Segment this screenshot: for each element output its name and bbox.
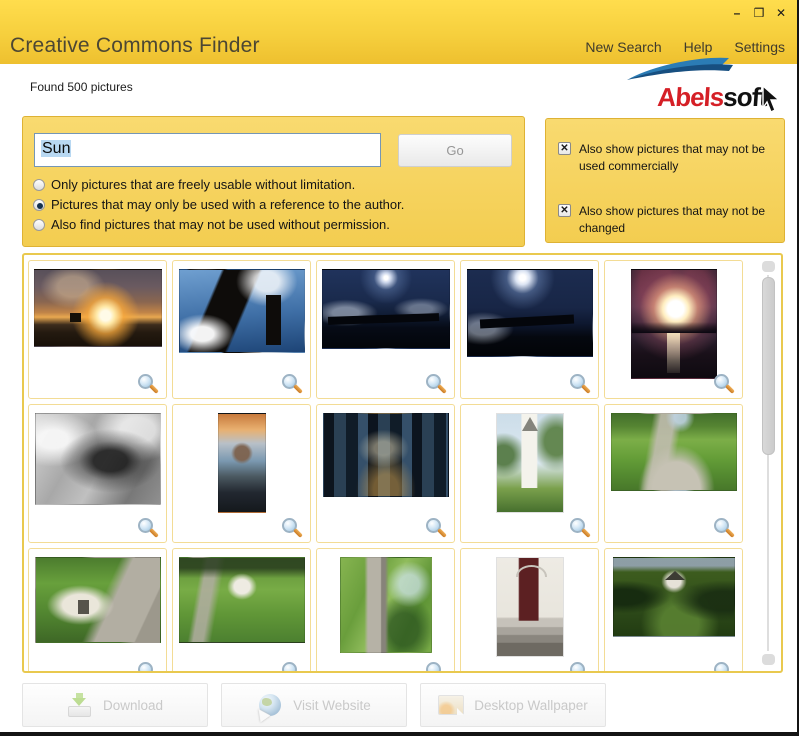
thumbnail-city-street-dusk xyxy=(323,413,449,497)
menu-help[interactable]: Help xyxy=(684,39,713,55)
minimize-icon[interactable]: – xyxy=(731,6,743,20)
picture-cell[interactable] xyxy=(460,404,599,543)
desktop-wallpaper-label: Desktop Wallpaper xyxy=(474,698,588,713)
checkbox-label: Also show pictures that may not be chang… xyxy=(579,203,776,237)
picture-cell[interactable] xyxy=(316,548,455,673)
header-menu: New Search Help Settings xyxy=(585,39,785,55)
radio-icon[interactable] xyxy=(33,219,45,231)
thumbnail-hillside-pavilion xyxy=(179,557,305,643)
picture-cell[interactable] xyxy=(28,548,167,673)
window-controls: – ❒ ✕ xyxy=(731,6,787,20)
go-button[interactable]: Go xyxy=(398,134,512,167)
magnifier-icon[interactable] xyxy=(426,518,441,533)
picture-cell[interactable] xyxy=(172,260,311,399)
magnifier-icon[interactable] xyxy=(138,374,153,389)
magnifier-icon[interactable] xyxy=(570,662,585,673)
scrollbar[interactable] xyxy=(762,261,775,665)
abelssoft-logo: Abelssoft xyxy=(607,56,779,116)
picture-cell[interactable] xyxy=(28,404,167,543)
magnifier-icon[interactable] xyxy=(570,518,585,533)
checkbox-checked-icon[interactable]: ✕ xyxy=(558,142,571,155)
thumbnail-park-path-fork xyxy=(611,413,737,491)
scroll-thumb[interactable] xyxy=(762,277,775,455)
thumbnail-sun-over-river xyxy=(631,269,717,379)
search-panel: Sun Go Only pictures that are freely usa… xyxy=(22,116,525,247)
magnifier-icon[interactable] xyxy=(714,518,729,533)
title-bar: – ❒ ✕ Creative Commons Finder New Search… xyxy=(0,0,797,64)
checkbox-option[interactable]: ✕ Also show pictures that may not be chan… xyxy=(558,203,776,237)
picture-cell[interactable] xyxy=(460,260,599,399)
thumbnail-sunset-field xyxy=(34,269,162,347)
thumbnail-angel-of-the-north xyxy=(179,269,305,353)
radio-option[interactable]: Only pictures that are freely usable wit… xyxy=(33,177,516,192)
magnifier-icon[interactable] xyxy=(282,374,297,389)
magnifier-icon[interactable] xyxy=(138,518,153,533)
picture-cell[interactable] xyxy=(604,260,743,399)
download-button[interactable]: Download xyxy=(22,683,208,727)
radio-selected-icon[interactable] xyxy=(33,199,45,211)
desktop-wallpaper-button[interactable]: Desktop Wallpaper xyxy=(420,683,606,727)
magnifier-icon[interactable] xyxy=(138,662,153,673)
scroll-down-button[interactable] xyxy=(762,654,775,665)
checkbox-checked-icon[interactable]: ✕ xyxy=(558,204,571,217)
visit-website-button[interactable]: Visit Website xyxy=(221,683,407,727)
thumbnail-villa-in-trees xyxy=(613,557,735,637)
picture-cell[interactable] xyxy=(28,260,167,399)
magnifier-icon[interactable] xyxy=(714,374,729,389)
thumbnail-red-door-entrance xyxy=(496,557,564,657)
results-count: Found 500 pictures xyxy=(30,80,133,94)
selected-query-text: Sun xyxy=(41,140,71,157)
page-title: Creative Commons Finder xyxy=(10,34,260,58)
radio-icon[interactable] xyxy=(33,179,45,191)
action-bar: Download Visit Website Desktop Wallpaper xyxy=(22,683,606,727)
radio-label: Pictures that may only be used with a re… xyxy=(51,197,404,212)
download-label: Download xyxy=(103,698,163,713)
thumbnail-grass-roofed-hut xyxy=(35,557,161,643)
picture-cell[interactable] xyxy=(460,548,599,673)
checkbox-option[interactable]: ✕ Also show pictures that may not be used… xyxy=(558,141,776,175)
thumbnail-tree-trunk-forest xyxy=(340,557,432,653)
picture-cell[interactable] xyxy=(604,548,743,673)
menu-new-search[interactable]: New Search xyxy=(585,39,661,55)
globe-icon xyxy=(257,693,283,717)
logo-text: Abelssoft xyxy=(606,82,768,113)
magnifier-icon[interactable] xyxy=(282,518,297,533)
results-panel xyxy=(22,253,783,673)
thumbnail-angel-silhouette-dusk xyxy=(467,269,593,357)
magnifier-icon[interactable] xyxy=(282,662,297,673)
magnifier-icon[interactable] xyxy=(570,374,585,389)
scroll-up-button[interactable] xyxy=(762,261,775,272)
maximize-icon[interactable]: ❒ xyxy=(753,6,765,20)
radio-label: Also find pictures that may not be used … xyxy=(51,217,390,232)
radio-label: Only pictures that are freely usable wit… xyxy=(51,177,355,192)
logo-swoosh-icon xyxy=(625,56,743,82)
filter-panel: ✕ Also show pictures that may not be used… xyxy=(545,118,785,243)
picture-cell[interactable] xyxy=(316,260,455,399)
thumbnail-angel-silhouette-night xyxy=(322,269,450,349)
thumbnail-woman-in-meadow-bw xyxy=(35,413,161,505)
picture-cell[interactable] xyxy=(604,404,743,543)
app-window: – ❒ ✕ Creative Commons Finder New Search… xyxy=(0,0,799,736)
visit-website-label: Visit Website xyxy=(293,698,371,713)
license-options: Only pictures that are freely usable wit… xyxy=(33,177,516,237)
thumbnail-man-portrait-sunset xyxy=(218,413,266,513)
checkbox-label: Also show pictures that may not be used … xyxy=(579,141,776,175)
search-input[interactable]: Sun xyxy=(34,133,381,167)
download-icon xyxy=(67,693,93,717)
picture-cell[interactable] xyxy=(172,404,311,543)
magnifier-icon[interactable] xyxy=(714,662,729,673)
magnifier-icon[interactable] xyxy=(426,662,441,673)
cursor-arrow-icon xyxy=(759,84,783,114)
radio-option[interactable]: Pictures that may only be used with a re… xyxy=(33,197,516,212)
close-icon[interactable]: ✕ xyxy=(775,6,787,20)
gallery-grid xyxy=(28,260,743,673)
menu-settings[interactable]: Settings xyxy=(734,39,785,55)
picture-cell[interactable] xyxy=(316,404,455,543)
picture-cell[interactable] xyxy=(172,548,311,673)
radio-option[interactable]: Also find pictures that may not be used … xyxy=(33,217,516,232)
thumbnail-white-castle-tower xyxy=(496,413,564,513)
magnifier-icon[interactable] xyxy=(426,374,441,389)
wallpaper-icon xyxy=(438,693,464,717)
